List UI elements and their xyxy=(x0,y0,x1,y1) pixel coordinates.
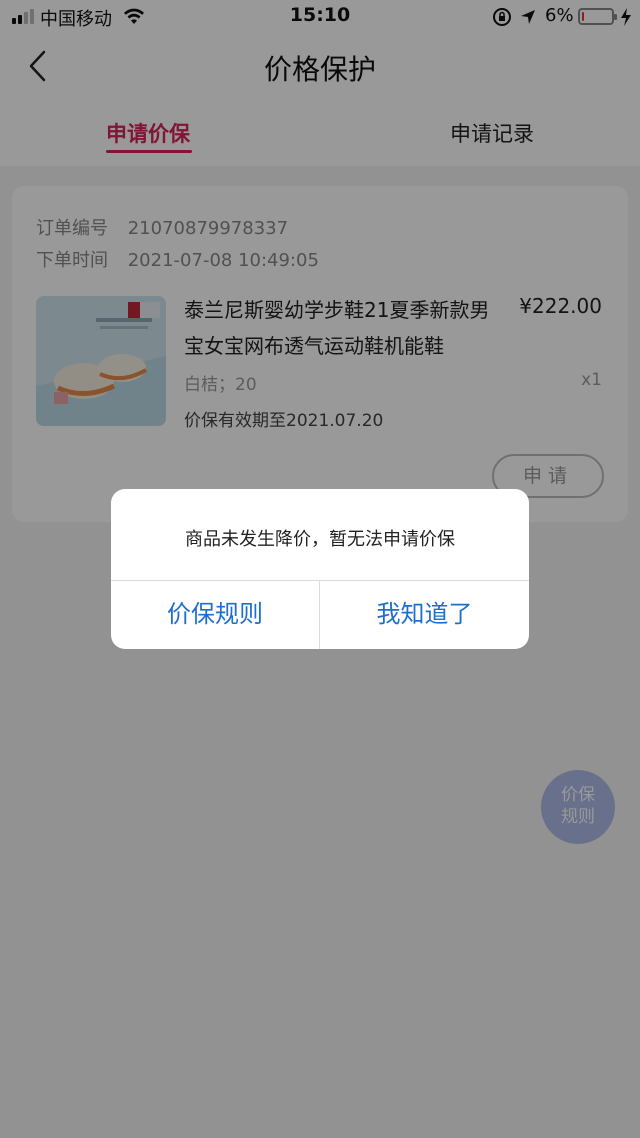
screen: 中国移动 15:10 6% 价格保护 申请价保 申请记录 订单编号 210708… xyxy=(0,0,640,1138)
got-it-button[interactable]: 我知道了 xyxy=(320,580,529,649)
alert-dialog: 商品未发生降价，暂无法申请价保 价保规则 我知道了 xyxy=(111,489,529,649)
price-protection-rules-button[interactable]: 价保规则 xyxy=(111,580,319,649)
dialog-message: 商品未发生降价，暂无法申请价保 xyxy=(185,529,455,550)
